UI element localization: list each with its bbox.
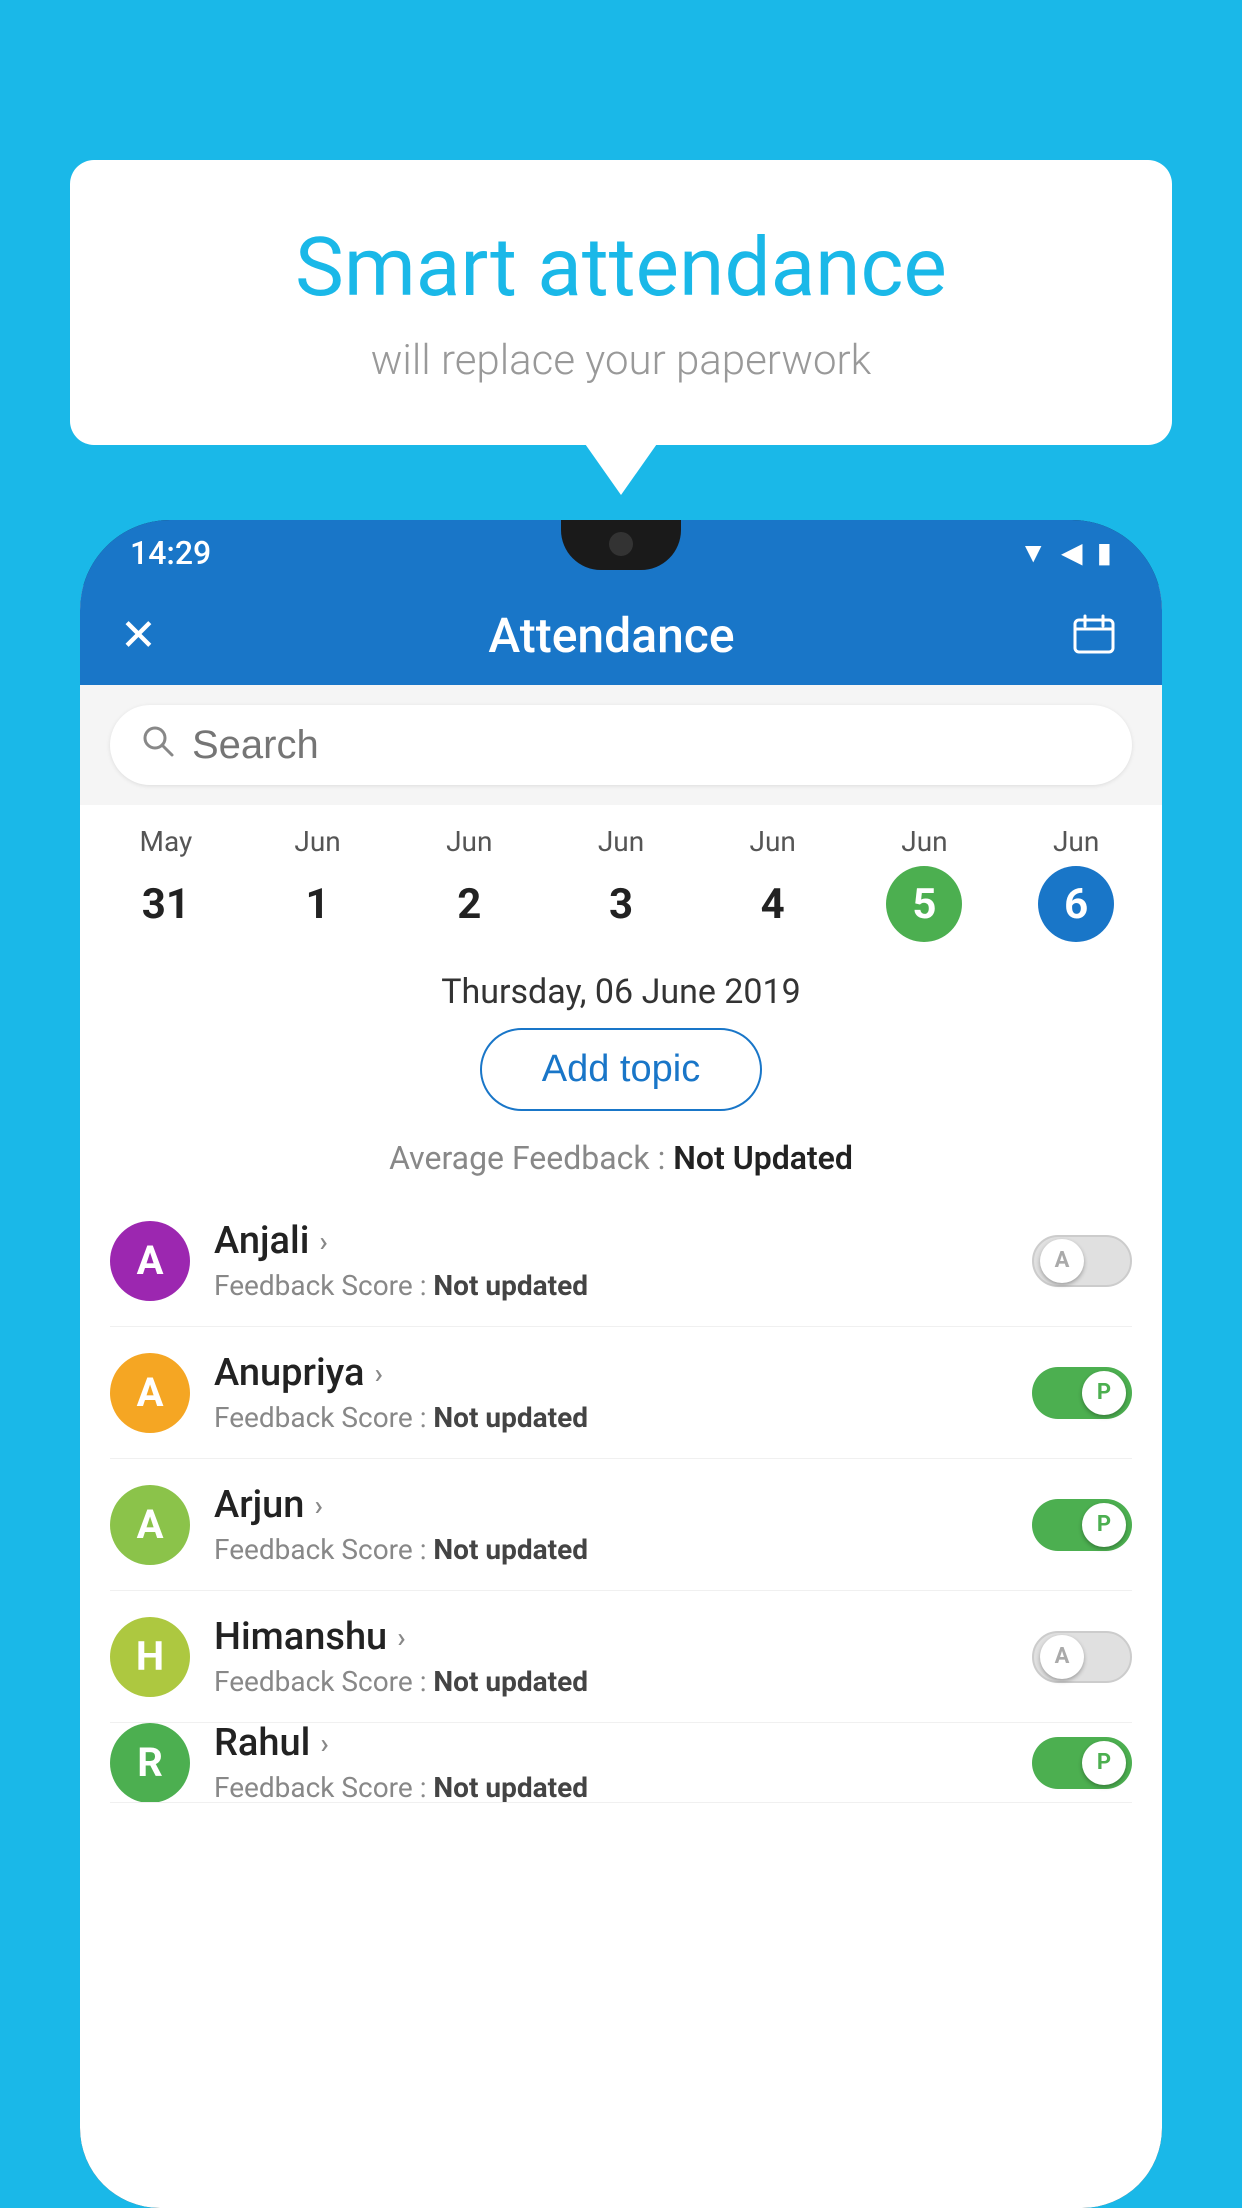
wifi-icon: ▼ (1019, 536, 1047, 569)
date-month: Jun (1053, 825, 1099, 858)
bubble-subtitle: will replace your paperwork (150, 336, 1092, 385)
add-topic-button[interactable]: Add topic (480, 1028, 762, 1111)
student-item-4[interactable]: R Rahul › Feedback Score : Not updated P (110, 1723, 1132, 1803)
selected-date-label: Thursday, 06 June 2019 (80, 952, 1162, 1028)
chevron-icon: › (314, 1489, 322, 1522)
speech-bubble-container: Smart attendance will replace your paper… (70, 160, 1172, 445)
date-number[interactable]: 3 (583, 866, 659, 942)
date-number[interactable]: 1 (280, 866, 356, 942)
student-feedback: Feedback Score : Not updated (214, 1269, 1008, 1302)
attendance-toggle[interactable]: P (1032, 1737, 1132, 1789)
date-month: Jun (750, 825, 796, 858)
date-month: Jun (901, 825, 947, 858)
toggle-knob: P (1082, 1371, 1126, 1415)
date-item-2[interactable]: Jun 2 (393, 825, 545, 942)
date-month: May (140, 825, 193, 858)
student-avatar: A (110, 1485, 190, 1565)
date-number[interactable]: 2 (431, 866, 507, 942)
student-item-1[interactable]: A Anupriya › Feedback Score : Not updated P (110, 1327, 1132, 1459)
student-avatar: A (110, 1353, 190, 1433)
student-item-3[interactable]: H Himanshu › Feedback Score : Not updated A (110, 1591, 1132, 1723)
student-info: Arjun › Feedback Score : Not updated (214, 1483, 1008, 1566)
student-info: Himanshu › Feedback Score : Not updated (214, 1615, 1008, 1698)
date-item-1[interactable]: Jun 1 (242, 825, 394, 942)
student-name: Anupriya › (214, 1351, 1008, 1395)
date-item-4[interactable]: Jun 4 (697, 825, 849, 942)
date-number[interactable]: 4 (735, 866, 811, 942)
chevron-icon: › (319, 1225, 327, 1258)
student-name: Anjali › (214, 1219, 1008, 1263)
signal-icon: ◀ (1061, 536, 1083, 569)
app-screen: ✕ Attendance (80, 585, 1162, 2208)
student-feedback: Feedback Score : Not updated (214, 1401, 1008, 1434)
avg-feedback: Average Feedback : Not Updated (80, 1121, 1162, 1195)
speech-bubble: Smart attendance will replace your paper… (70, 160, 1172, 445)
chevron-icon: › (374, 1357, 382, 1390)
bubble-title: Smart attendance (150, 220, 1092, 316)
student-item-2[interactable]: A Arjun › Feedback Score : Not updated P (110, 1459, 1132, 1591)
student-info: Anupriya › Feedback Score : Not updated (214, 1351, 1008, 1434)
toggle-knob: A (1040, 1239, 1084, 1283)
student-avatar: R (110, 1723, 190, 1803)
search-bar[interactable] (110, 705, 1132, 785)
date-month: Jun (598, 825, 644, 858)
attendance-toggle[interactable]: A (1032, 1235, 1132, 1287)
student-name: Arjun › (214, 1483, 1008, 1527)
date-item-6[interactable]: Jun 6 (1000, 825, 1152, 942)
avg-feedback-value: Not Updated (673, 1139, 853, 1177)
student-list: AAnjali ›Feedback Score : Not updatedAAA… (80, 1195, 1162, 1803)
student-info: Anjali › Feedback Score : Not updated (214, 1219, 1008, 1302)
date-number[interactable]: 5 (886, 866, 962, 942)
date-item-0[interactable]: May 31 (90, 825, 242, 942)
phone-notch (561, 520, 681, 570)
close-button[interactable]: ✕ (120, 609, 157, 661)
date-number[interactable]: 6 (1038, 866, 1114, 942)
date-month: Jun (446, 825, 492, 858)
toggle-knob: P (1082, 1503, 1126, 1547)
avg-feedback-label: Average Feedback : (389, 1139, 673, 1177)
attendance-toggle[interactable]: P (1032, 1367, 1132, 1419)
date-number[interactable]: 31 (128, 866, 204, 942)
student-avatar: A (110, 1221, 190, 1301)
app-bar-title: Attendance (157, 607, 1066, 664)
toggle-knob: A (1040, 1635, 1084, 1679)
search-icon (140, 723, 176, 768)
notch-camera (609, 532, 633, 556)
phone-frame: 14:29 ▼ ◀ ▮ ✕ Attendance (80, 520, 1162, 2208)
date-month: Jun (294, 825, 340, 858)
battery-icon: ▮ (1097, 536, 1112, 569)
student-item-0[interactable]: A Anjali › Feedback Score : Not updated A (110, 1195, 1132, 1327)
student-info: Rahul › Feedback Score : Not updated (214, 1723, 1008, 1803)
search-bar-wrapper (80, 685, 1162, 805)
attendance-toggle[interactable]: P (1032, 1499, 1132, 1551)
student-name: Himanshu › (214, 1615, 1008, 1659)
attendance-toggle[interactable]: A (1032, 1631, 1132, 1683)
student-name: Rahul › (214, 1723, 1008, 1765)
chevron-icon: › (397, 1621, 405, 1654)
toggle-knob: P (1082, 1741, 1126, 1785)
top-bar: ✕ Attendance (80, 585, 1162, 685)
search-input[interactable] (192, 723, 1102, 768)
date-item-3[interactable]: Jun 3 (545, 825, 697, 942)
chevron-icon: › (320, 1727, 328, 1760)
status-time: 14:29 (130, 534, 211, 572)
student-feedback: Feedback Score : Not updated (214, 1533, 1008, 1566)
status-icons: ▼ ◀ ▮ (1019, 536, 1112, 569)
student-feedback: Feedback Score : Not updated (214, 1771, 1008, 1803)
calendar-button[interactable] (1066, 607, 1122, 663)
student-feedback: Feedback Score : Not updated (214, 1665, 1008, 1698)
date-selector: May 31 Jun 1 Jun 2 Jun 3 Jun 4 Jun 5 Jun 6 (80, 805, 1162, 952)
student-avatar: H (110, 1617, 190, 1697)
date-item-5[interactable]: Jun 5 (849, 825, 1001, 942)
